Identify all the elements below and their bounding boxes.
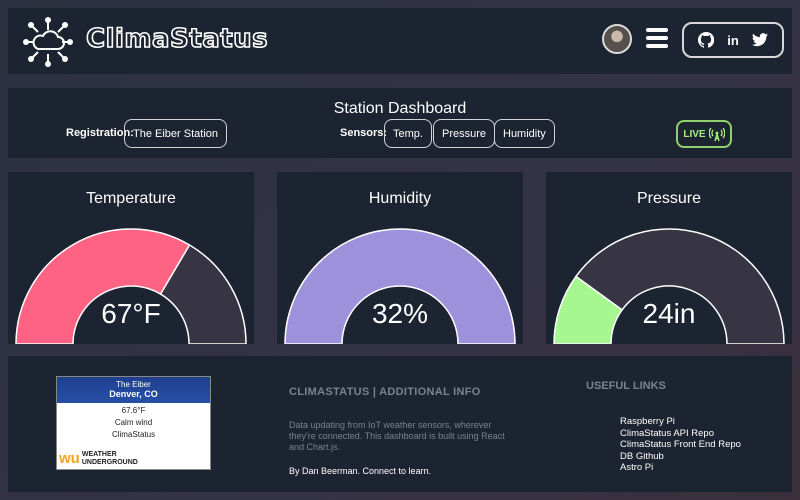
station-panel: Station Dashboard Registration: The Eibe… — [8, 88, 792, 158]
widget-station: The Eiber — [116, 380, 151, 389]
wu-brand-line2: UNDERGROUND — [81, 458, 138, 466]
station-title: Station Dashboard — [333, 100, 467, 117]
weather-underground-widget[interactable]: The Eiber Denver, CO 67.6°F Calm wind Cl… — [56, 376, 211, 470]
github-icon[interactable] — [698, 32, 715, 48]
hamburger-menu-icon[interactable] — [646, 28, 668, 50]
live-badge[interactable]: LIVE — [676, 120, 732, 148]
widget-wind: Calm wind — [114, 418, 153, 427]
temperature-gauge-card: Temperature 67°F — [8, 172, 254, 344]
live-label: LIVE — [683, 128, 706, 140]
widget-location: Denver, CO — [109, 389, 158, 399]
widget-source: ClimaStatus — [111, 430, 156, 439]
gauge-value: 24in — [642, 298, 696, 329]
info-author-link[interactable]: By Dan Beerman. Connect to learn. — [289, 466, 431, 476]
gauge-value: 67°F — [101, 298, 161, 329]
wu-logo-icon: wu — [59, 450, 80, 467]
info-title: CLIMASTATUS | ADDITIONAL INFO — [289, 386, 481, 398]
footer-panel: The Eiber Denver, CO 67.6°F Calm wind Cl… — [8, 356, 792, 492]
link-astro-pi[interactable]: Astro Pi — [620, 462, 741, 474]
gauge-title: Humidity — [368, 190, 432, 207]
gauge-title: Pressure — [636, 190, 702, 207]
twitter-icon[interactable] — [751, 33, 768, 47]
link-api-repo[interactable]: ClimaStatus API Repo — [620, 428, 741, 440]
gauge-title: Temperature — [86, 190, 176, 207]
link-db-github[interactable]: DB Github — [620, 451, 741, 463]
sensor-humidity-button[interactable]: Humidity — [494, 119, 555, 148]
sensor-pressure-button[interactable]: Pressure — [433, 119, 496, 148]
linkedin-icon[interactable]: in — [727, 33, 739, 48]
registration-select[interactable]: The Eiber Station — [124, 119, 227, 148]
links-title: USEFUL LINKS — [586, 380, 666, 392]
link-front-end-repo[interactable]: ClimaStatus Front End Repo — [620, 439, 741, 451]
humidity-gauge-card: Humidity 32% — [277, 172, 523, 344]
gauge-value: 32% — [371, 298, 429, 329]
useful-links-list: Raspberry Pi ClimaStatus API Repo ClimaS… — [620, 416, 741, 474]
weather-underground-logo: wu WEATHER UNDERGROUND — [59, 450, 138, 467]
cloud-network-logo-icon[interactable] — [22, 16, 74, 68]
wu-brand-line1: WEATHER — [81, 450, 117, 458]
header-bar: ClimaStatus in — [8, 8, 792, 74]
avatar[interactable] — [602, 24, 632, 54]
brand-title: ClimaStatus — [85, 23, 269, 55]
widget-header: The Eiber Denver, CO — [57, 377, 210, 403]
broadcast-antenna-icon — [708, 127, 725, 142]
sensors-label: Sensors: — [340, 127, 388, 139]
info-body: Data updating from IoT weather sensors, … — [289, 420, 505, 452]
link-raspberry-pi[interactable]: Raspberry Pi — [620, 416, 741, 428]
sensor-temp-button[interactable]: Temp. — [384, 119, 432, 148]
pressure-gauge-card: Pressure 24in — [546, 172, 792, 344]
social-links: in — [682, 22, 784, 58]
widget-temp: 67.6°F — [121, 406, 146, 415]
